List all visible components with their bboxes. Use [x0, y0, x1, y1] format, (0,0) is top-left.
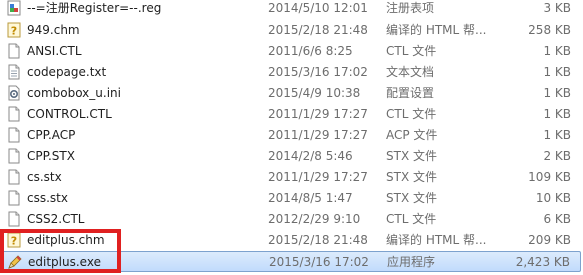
file-type: ACP 文件 [386, 128, 438, 142]
file-name: editplus.chm [27, 233, 105, 247]
file-name: combobox_u.ini [27, 86, 121, 100]
file-size: 2,423 KB [515, 255, 570, 269]
file-name: ANSI.CTL [27, 44, 82, 58]
file-date: 2015/3/16 17:02 [269, 255, 369, 269]
file-name: cs.stx [27, 170, 62, 184]
chm-help-icon: ? [7, 22, 21, 38]
file-size: 10 KB [535, 191, 571, 205]
file-type: STX 文件 [386, 191, 437, 205]
file-date: 2012/2/29 9:10 [268, 212, 361, 226]
file-name: codepage.txt [27, 65, 107, 79]
file-type: 注册表项 [386, 1, 435, 15]
file-date: 2011/6/6 8:25 [268, 44, 353, 58]
generic-file-icon [8, 106, 20, 122]
file-row[interactable]: --=注册Register=--.reg 2014/5/10 12:01 注册表… [0, 0, 581, 19]
file-type: 配置设置 [386, 86, 435, 100]
file-name: CONTROL.CTL [27, 107, 112, 121]
file-name: CPP.STX [27, 149, 75, 163]
generic-file-icon [8, 127, 20, 143]
file-row[interactable]: ANSI.CTL 2011/6/6 8:25 CTL 文件 1 KB [0, 41, 581, 62]
file-type: CTL 文件 [386, 44, 437, 58]
file-size: 1 KB [543, 128, 571, 142]
file-size: 109 KB [528, 170, 571, 184]
file-date: 2011/1/29 17:27 [268, 107, 368, 121]
file-size: 6 KB [543, 212, 571, 226]
file-date: 2015/3/16 17:02 [268, 65, 368, 79]
file-name: CSS2.CTL [27, 212, 85, 226]
file-type: 文本文档 [386, 65, 435, 79]
file-name: css.stx [27, 191, 68, 205]
file-row[interactable]: ? 949.chm 2015/2/18 21:48 编译的 HTML 帮... … [0, 20, 581, 41]
file-size: 1 KB [543, 65, 571, 79]
file-date: 2015/2/18 21:48 [268, 233, 368, 247]
file-name: 949.chm [27, 23, 80, 37]
file-row[interactable]: CPP.ACP 2011/1/29 17:27 ACP 文件 1 KB [0, 125, 581, 146]
file-row[interactable]: ? editplus.chm 2015/2/18 21:48 编译的 HTML … [0, 230, 581, 251]
file-name: CPP.ACP [27, 128, 76, 142]
file-size: 1 KB [543, 86, 571, 100]
settings-file-icon [8, 85, 20, 101]
file-row[interactable]: CSS2.CTL 2012/2/29 9:10 CTL 文件 6 KB [0, 209, 581, 230]
file-date: 2014/8/5 1:47 [268, 191, 353, 205]
text-file-icon [8, 64, 20, 80]
file-size: 258 KB [528, 23, 571, 37]
file-type: 编译的 HTML 帮... [386, 23, 487, 37]
file-date: 2011/1/29 17:27 [268, 170, 368, 184]
file-name: editplus.exe [28, 255, 101, 269]
file-row[interactable]: combobox_u.ini 2015/4/9 10:38 配置设置 1 KB [0, 83, 581, 104]
file-date: 2014/5/10 12:01 [268, 1, 368, 15]
chm-help-icon: ? [7, 232, 21, 248]
file-size: 3 KB [543, 1, 571, 15]
file-type: STX 文件 [386, 149, 437, 163]
file-date: 2015/4/9 10:38 [268, 86, 361, 100]
file-type: 编译的 HTML 帮... [386, 233, 487, 247]
file-date: 2014/2/8 5:46 [268, 149, 353, 163]
file-row[interactable]: css.stx 2014/8/5 1:47 STX 文件 10 KB [0, 188, 581, 209]
editplus-app-icon [8, 255, 22, 269]
file-type: STX 文件 [386, 170, 437, 184]
svg-text:?: ? [11, 25, 17, 38]
file-row[interactable]: CONTROL.CTL 2011/1/29 17:27 CTL 文件 1 KB [0, 104, 581, 125]
file-row[interactable]: codepage.txt 2015/3/16 17:02 文本文档 1 KB [0, 62, 581, 83]
svg-text:?: ? [11, 235, 17, 248]
file-size: 2 KB [543, 149, 571, 163]
file-row[interactable]: cs.stx 2011/1/29 17:27 STX 文件 109 KB [0, 167, 581, 188]
generic-file-icon [8, 148, 20, 164]
file-type: CTL 文件 [386, 107, 437, 121]
registry-icon [7, 0, 21, 16]
generic-file-icon [8, 169, 20, 185]
file-row-selected[interactable]: editplus.exe 2015/3/16 17:02 应用程序 2,423 … [0, 251, 581, 272]
file-list: --=注册Register=--.reg 2014/5/10 12:01 注册表… [0, 0, 583, 275]
file-date: 2015/2/18 21:48 [268, 23, 368, 37]
file-row[interactable]: CPP.STX 2014/2/8 5:46 STX 文件 2 KB [0, 146, 581, 167]
file-date: 2011/1/29 17:27 [268, 128, 368, 142]
file-size: 209 KB [528, 233, 571, 247]
file-type: 应用程序 [387, 255, 436, 269]
file-size: 1 KB [543, 107, 571, 121]
generic-file-icon [8, 211, 20, 227]
generic-file-icon [8, 43, 20, 59]
file-name: --=注册Register=--.reg [27, 1, 162, 15]
file-type: CTL 文件 [386, 212, 437, 226]
file-size: 1 KB [543, 44, 571, 58]
generic-file-icon [8, 190, 20, 206]
